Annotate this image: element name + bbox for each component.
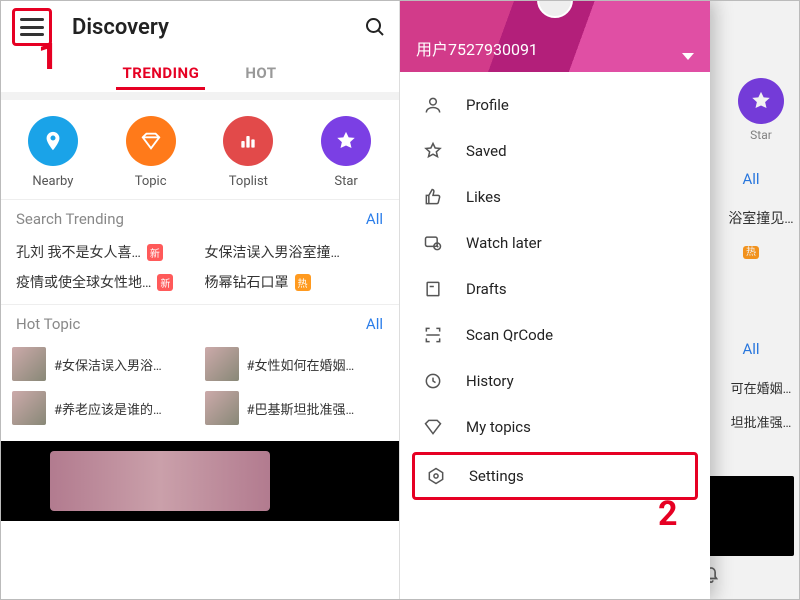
menu-history[interactable]: History bbox=[400, 358, 710, 404]
tabs: TRENDING HOT bbox=[0, 54, 399, 92]
menu-drafts[interactable]: Drafts bbox=[400, 266, 710, 312]
star-icon bbox=[738, 78, 784, 124]
menu-label: History bbox=[466, 372, 514, 390]
ghost-row: 浴室撞见… bbox=[726, 208, 796, 228]
all-link[interactable]: All bbox=[366, 210, 383, 228]
badge-new: 新 bbox=[157, 274, 173, 291]
menu-label: My topics bbox=[466, 418, 531, 436]
trend-item[interactable]: 女保洁误入男浴室撞见… bbox=[205, 242, 384, 262]
ghost-all: All bbox=[716, 170, 786, 188]
drawer-header[interactable]: 用户7527930091 bbox=[400, 0, 710, 72]
watch-later-icon bbox=[422, 232, 444, 254]
chevron-down-icon bbox=[682, 53, 694, 60]
thumbnail bbox=[12, 347, 46, 381]
cat-label: Nearby bbox=[32, 174, 73, 189]
badge-hot: 热 bbox=[295, 274, 311, 291]
search-trending-header: Search Trending All bbox=[0, 199, 399, 236]
hot-item[interactable]: #女性如何在婚姻… bbox=[205, 347, 388, 381]
cat-star[interactable]: Star bbox=[306, 116, 386, 189]
category-row: Nearby Topic Toplist Star bbox=[0, 100, 399, 199]
thumb-up-icon bbox=[422, 186, 444, 208]
pin-icon bbox=[28, 116, 78, 166]
ghost-row: 坦批准强… bbox=[726, 412, 796, 431]
thumbnail bbox=[205, 391, 239, 425]
drafts-icon bbox=[422, 278, 444, 300]
cat-label: Star bbox=[334, 174, 357, 189]
ghost-star-label: Star bbox=[750, 128, 772, 142]
section-title: Search Trending bbox=[16, 210, 124, 228]
profile-icon bbox=[422, 94, 444, 116]
menu-label: Scan QrCode bbox=[466, 326, 553, 344]
section-title: Hot Topic bbox=[16, 315, 80, 333]
star-icon bbox=[321, 116, 371, 166]
divider bbox=[0, 92, 399, 100]
menu-watch-later[interactable]: Watch later bbox=[400, 220, 710, 266]
menu-likes[interactable]: Likes bbox=[400, 174, 710, 220]
drawer-menu: Profile Saved Likes Watch later Drafts bbox=[400, 72, 710, 512]
hot-topic-list: #女保洁误入男浴… #女性如何在婚姻… #养老应该是谁的… #巴基斯坦批准强… bbox=[0, 341, 399, 437]
cat-label: Topic bbox=[135, 174, 167, 189]
trend-item[interactable]: 杨幂钻石口罩 热 bbox=[205, 272, 384, 292]
menu-label: Watch later bbox=[466, 234, 542, 252]
all-link[interactable]: All bbox=[366, 315, 383, 333]
discovery-screen: Discovery 1 TRENDING HOT Nearby Topic bbox=[0, 0, 400, 600]
avatar bbox=[537, 0, 573, 18]
trend-item[interactable]: 孔刘 我不是女人喜… 新 bbox=[16, 242, 195, 262]
ghost-row: 可在婚姻… bbox=[726, 378, 796, 397]
hot-item[interactable]: #养老应该是谁的… bbox=[12, 391, 195, 425]
search-trending-list: 孔刘 我不是女人喜… 新 女保洁误入男浴室撞见… 疫情或使全球女性地… 新 杨幂… bbox=[0, 236, 399, 304]
hamburger-icon bbox=[20, 18, 44, 36]
menu-label: Settings bbox=[469, 467, 524, 485]
qr-icon bbox=[422, 324, 444, 346]
tab-trending[interactable]: TRENDING bbox=[122, 64, 199, 82]
tab-hot[interactable]: HOT bbox=[245, 64, 276, 82]
menu-my-topics[interactable]: My topics bbox=[400, 404, 710, 450]
badge-new: 新 bbox=[147, 244, 163, 261]
history-icon bbox=[422, 370, 444, 392]
cat-topic[interactable]: Topic bbox=[111, 116, 191, 189]
menu-profile[interactable]: Profile bbox=[400, 82, 710, 128]
thumbnail bbox=[12, 391, 46, 425]
star-outline-icon bbox=[422, 140, 444, 162]
ghost-all: All bbox=[716, 340, 786, 358]
thumbnail bbox=[205, 347, 239, 381]
hot-item[interactable]: #女保洁误入男浴… bbox=[12, 347, 195, 381]
menu-label: Profile bbox=[466, 96, 509, 114]
user-name: 用户7527930091 bbox=[416, 36, 538, 60]
diamond-icon bbox=[126, 116, 176, 166]
drawer-screen: Star All 浴室撞见… 热 All 可在婚姻… 坦批准强… 用户75279… bbox=[400, 0, 800, 600]
cat-label: Toplist bbox=[229, 174, 268, 189]
menu-label: Saved bbox=[466, 142, 507, 160]
settings-icon bbox=[425, 465, 447, 487]
menu-label: Drafts bbox=[466, 280, 507, 298]
topics-icon bbox=[422, 416, 444, 438]
hot-topic-header: Hot Topic All bbox=[0, 304, 399, 341]
badge-hot: 热 bbox=[743, 246, 759, 259]
page-title: Discovery bbox=[72, 15, 169, 40]
menu-saved[interactable]: Saved bbox=[400, 128, 710, 174]
callout-2: 2 bbox=[658, 494, 678, 534]
search-icon[interactable] bbox=[363, 15, 387, 39]
callout-1: 1 bbox=[38, 36, 59, 78]
video-preview[interactable] bbox=[0, 441, 399, 521]
bell-icon bbox=[700, 562, 770, 584]
hot-item[interactable]: #巴基斯坦批准强… bbox=[205, 391, 388, 425]
menu-label: Likes bbox=[466, 188, 501, 206]
top-bar: Discovery bbox=[0, 0, 399, 54]
menu-settings[interactable]: Settings bbox=[412, 452, 698, 500]
ghost-video bbox=[708, 476, 794, 556]
menu-scan-qr[interactable]: Scan QrCode bbox=[400, 312, 710, 358]
cat-toplist[interactable]: Toplist bbox=[208, 116, 288, 189]
trend-item[interactable]: 疫情或使全球女性地… 新 bbox=[16, 272, 195, 292]
bars-icon bbox=[223, 116, 273, 166]
cat-nearby[interactable]: Nearby bbox=[13, 116, 93, 189]
